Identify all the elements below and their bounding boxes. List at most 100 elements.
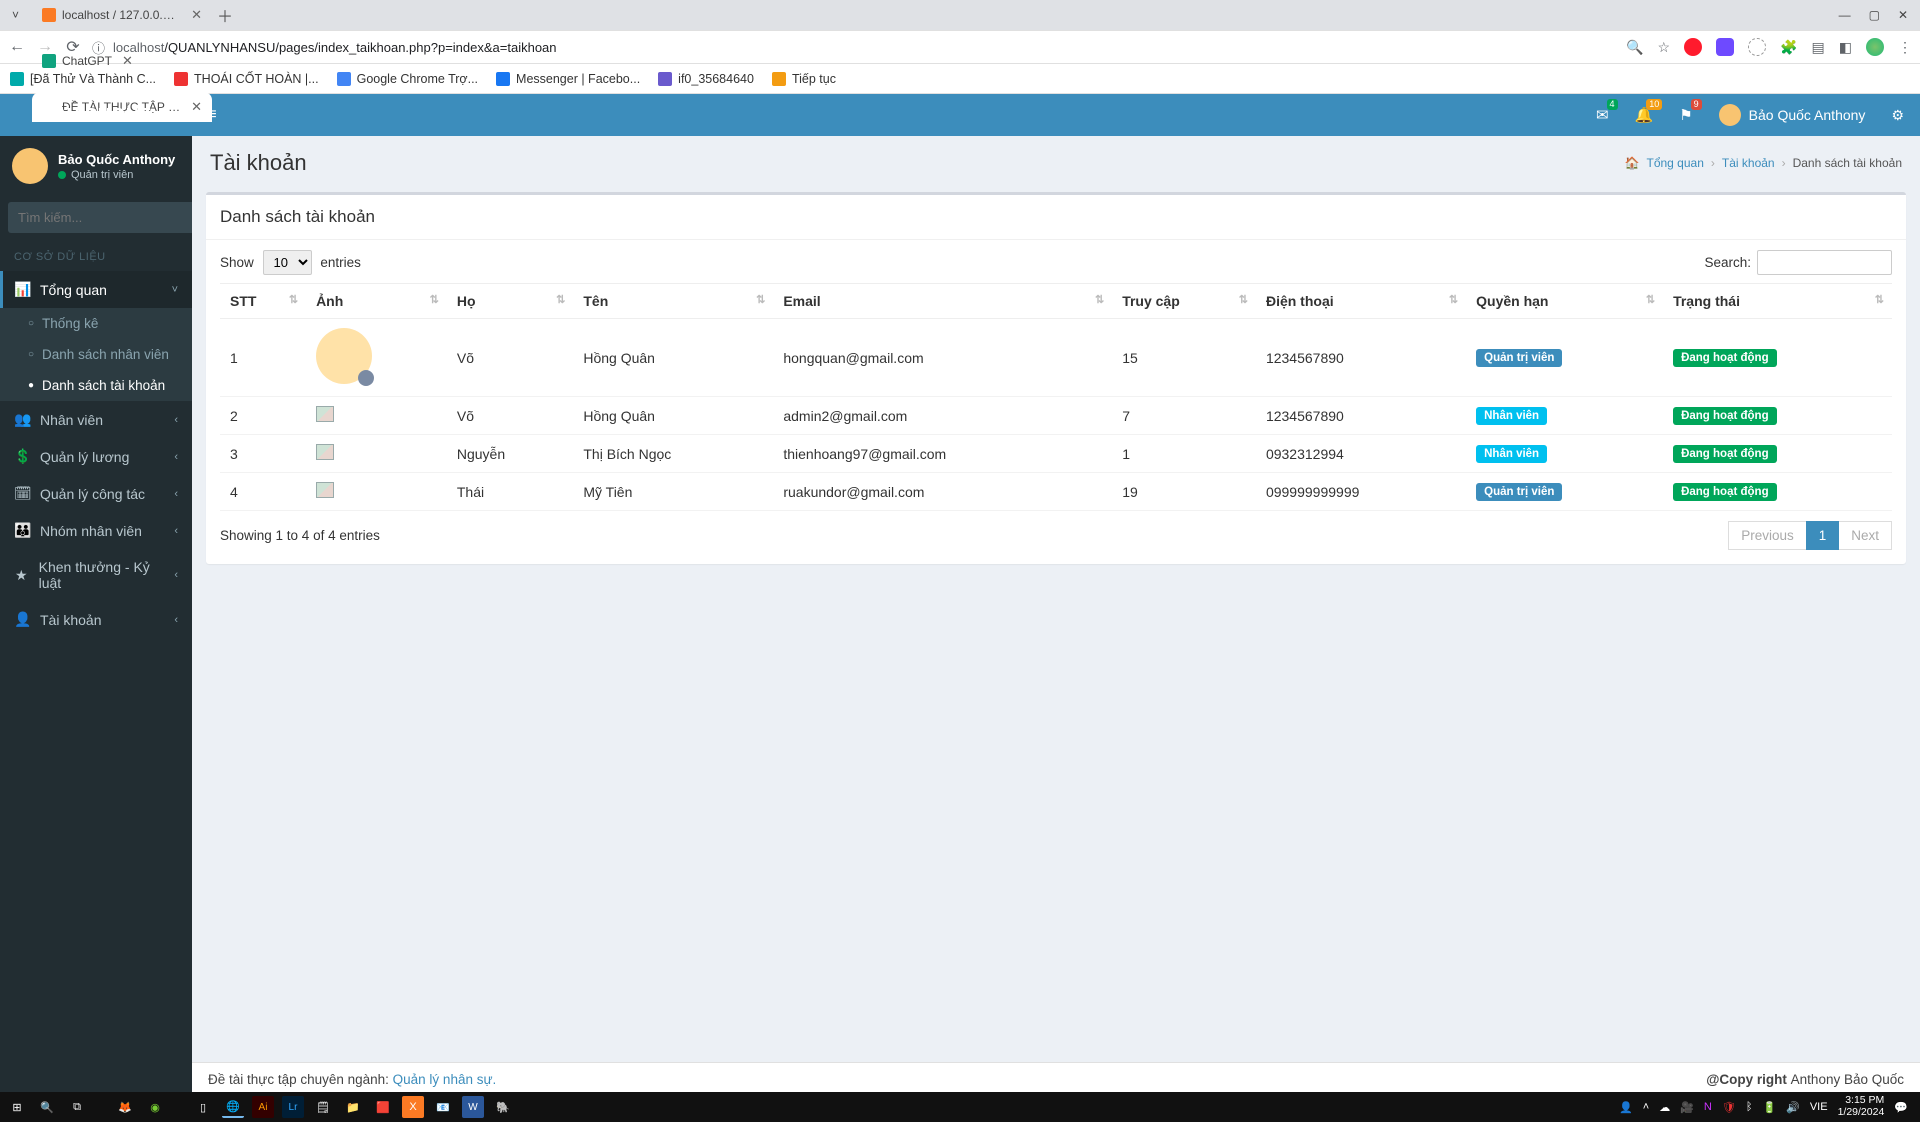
- windows-taskbar: ⊞ 🔍 ⧉ 🦊 ◉ ▯ 🌐 Ai Lr 🗒 📁 🟥 X 📧 W 🐘 👤 ˄ ☁ …: [0, 1092, 1920, 1122]
- taskview-icon[interactable]: ⧉: [66, 1096, 88, 1118]
- sidebar-toggle-icon[interactable]: ≡: [192, 106, 232, 124]
- sidebar-item[interactable]: 👥Nhân viên‹: [0, 401, 192, 438]
- bookmark-item[interactable]: [Đã Thử Và Thành C...: [10, 72, 156, 86]
- forward-icon[interactable]: →: [36, 38, 54, 56]
- bookmark-item[interactable]: Messenger | Facebo...: [496, 72, 640, 86]
- bookmark-item[interactable]: THOÁI CỐT HOÀN |...: [174, 72, 319, 86]
- search-input[interactable]: [8, 202, 204, 233]
- new-tab-button[interactable]: ＋: [212, 3, 238, 27]
- back-icon[interactable]: ←: [8, 38, 26, 56]
- breadcrumb-mid[interactable]: Tài khoản: [1722, 156, 1775, 170]
- tab-close-icon[interactable]: ✕: [191, 7, 202, 23]
- length-select[interactable]: 10: [263, 250, 312, 275]
- maximize-icon[interactable]: ▢: [1869, 8, 1880, 22]
- word-icon[interactable]: W: [462, 1096, 484, 1118]
- bookmark-item[interactable]: Google Chrome Trợ...: [337, 72, 478, 86]
- breadcrumb-home[interactable]: Tổng quan: [1647, 156, 1704, 170]
- bell-icon[interactable]: 🔔10: [1635, 106, 1654, 124]
- topnav-user[interactable]: Bảo Quốc Anthony: [1719, 104, 1866, 126]
- reading-list-icon[interactable]: ▤: [1812, 39, 1825, 56]
- role-badge: Quản trị viên: [1476, 349, 1562, 367]
- profile-avatar-icon[interactable]: [1866, 38, 1884, 56]
- ext-purple-icon[interactable]: [1716, 38, 1734, 56]
- url-field[interactable]: ⓘ localhost/QUANLYNHANSU/pages/index_tai…: [92, 38, 1616, 57]
- column-header[interactable]: Email⇅: [773, 284, 1112, 319]
- sidebar-item[interactable]: 🗓Quản lý công tác‹: [0, 475, 192, 512]
- side-panel-icon[interactable]: ◧: [1839, 39, 1852, 56]
- ext-dashed-icon[interactable]: [1748, 38, 1766, 56]
- notepad-icon[interactable]: 🗒: [312, 1096, 334, 1118]
- column-header[interactable]: Ảnh⇅: [306, 284, 447, 319]
- column-header[interactable]: Truy cập⇅: [1112, 284, 1256, 319]
- column-header[interactable]: Tên⇅: [573, 284, 773, 319]
- bookmark-item[interactable]: if0_35684640: [658, 72, 754, 86]
- dt-search-label: Search:: [1704, 255, 1751, 270]
- page-next[interactable]: Next: [1838, 521, 1892, 550]
- firefox-icon[interactable]: 🦊: [114, 1096, 136, 1118]
- reload-icon[interactable]: ⟳: [64, 37, 82, 57]
- sidebar-subitem[interactable]: Danh sách nhân viên: [0, 339, 192, 370]
- mail-icon[interactable]: ✉4: [1596, 106, 1609, 124]
- bookmark-item[interactable]: Tiếp tục: [772, 72, 836, 86]
- close-icon[interactable]: ✕: [1898, 8, 1908, 22]
- taskbar-clock[interactable]: 3:15 PM1/29/2024: [1838, 1095, 1885, 1118]
- search-taskbar-icon[interactable]: 🔍: [36, 1096, 58, 1118]
- column-header[interactable]: Quyền hạn⇅: [1466, 284, 1663, 319]
- mail-taskbar-icon[interactable]: 📧: [432, 1096, 454, 1118]
- sidebar-item[interactable]: 👪Nhóm nhân viên‹: [0, 512, 192, 549]
- column-header[interactable]: STT⇅: [220, 284, 306, 319]
- sidebar-item[interactable]: ★Khen thưởng - Kỷ luật‹: [0, 549, 192, 601]
- flag-icon[interactable]: ⚑9: [1679, 106, 1692, 124]
- zoom-icon[interactable]: 🔍: [1626, 39, 1643, 56]
- cell-status: Đang hoạt động: [1663, 435, 1892, 473]
- bookmark-label: Messenger | Facebo...: [516, 72, 640, 86]
- tray-volume-icon[interactable]: 🔊: [1786, 1101, 1800, 1114]
- bookmark-star-icon[interactable]: ☆: [1658, 39, 1671, 56]
- xampp-icon[interactable]: X: [402, 1096, 424, 1118]
- tray-chevron-icon[interactable]: ˄: [1643, 1101, 1649, 1113]
- tray-onedrive-icon[interactable]: ☁: [1659, 1101, 1670, 1114]
- kebab-menu-icon[interactable]: ⋮: [1898, 39, 1912, 56]
- site-info-icon[interactable]: ⓘ: [92, 38, 105, 57]
- column-header[interactable]: Trạng thái⇅: [1663, 284, 1892, 319]
- gears-icon[interactable]: ⚙: [1891, 107, 1904, 124]
- column-header[interactable]: Họ⇅: [447, 284, 573, 319]
- sidebar-subitem[interactable]: Thống kê: [0, 308, 192, 339]
- tray-note-icon[interactable]: N: [1704, 1101, 1712, 1113]
- browser-tab[interactable]: localhost / 127.0.0.1 / quanly_…✕: [32, 0, 212, 30]
- tray-notifications-icon[interactable]: 💬: [1894, 1101, 1908, 1114]
- app-misc-icon[interactable]: 🐘: [492, 1096, 514, 1118]
- sidebar-item[interactable]: 👤Tài khoản‹: [0, 601, 192, 638]
- page-1[interactable]: 1: [1806, 521, 1840, 550]
- cell-truycap: 7: [1112, 397, 1256, 435]
- file-icon[interactable]: ▯: [192, 1096, 214, 1118]
- sidebar-item-overview[interactable]: 📊Tổng quan˅ Thống kêDanh sách nhân viênD…: [0, 271, 192, 401]
- cell-stt: 1: [220, 319, 306, 397]
- cell-ho: Võ: [447, 397, 573, 435]
- tray-shield-icon[interactable]: 🛡: [1722, 1101, 1736, 1114]
- minimize-icon[interactable]: —: [1839, 8, 1851, 22]
- dt-search-input[interactable]: [1757, 250, 1892, 275]
- extensions-icon[interactable]: 🧩: [1780, 39, 1797, 56]
- tray-people-icon[interactable]: 👤: [1619, 1101, 1633, 1114]
- explorer-icon[interactable]: 📁: [342, 1096, 364, 1118]
- lightroom-icon[interactable]: Lr: [282, 1096, 304, 1118]
- app-green-icon[interactable]: ◉: [144, 1096, 166, 1118]
- sort-icon: ⇅: [756, 293, 765, 306]
- illustrator-icon[interactable]: Ai: [252, 1096, 274, 1118]
- sidebar-item[interactable]: 💲Quản lý lương‹: [0, 438, 192, 475]
- sidebar-subitem[interactable]: Danh sách tài khoản: [0, 370, 192, 401]
- column-header[interactable]: Điện thoại⇅: [1256, 284, 1466, 319]
- tray-lang[interactable]: VIE: [1810, 1101, 1828, 1113]
- app-red-icon[interactable]: 🟥: [372, 1096, 394, 1118]
- brand-logo[interactable]: VINAPHONE: [0, 105, 192, 126]
- tray-battery-icon[interactable]: 🔋: [1762, 1101, 1776, 1114]
- chrome-taskbar-icon[interactable]: 🌐: [222, 1096, 244, 1118]
- page-prev[interactable]: Previous: [1728, 521, 1807, 550]
- tab-dropdown[interactable]: ˅: [6, 0, 32, 30]
- online-dot-icon: [58, 171, 66, 179]
- start-icon[interactable]: ⊞: [6, 1096, 28, 1118]
- tray-meet-icon[interactable]: 🎥: [1680, 1101, 1694, 1114]
- ext-opera-icon[interactable]: [1684, 38, 1702, 56]
- tray-bluetooth-icon[interactable]: ᛒ: [1746, 1101, 1753, 1113]
